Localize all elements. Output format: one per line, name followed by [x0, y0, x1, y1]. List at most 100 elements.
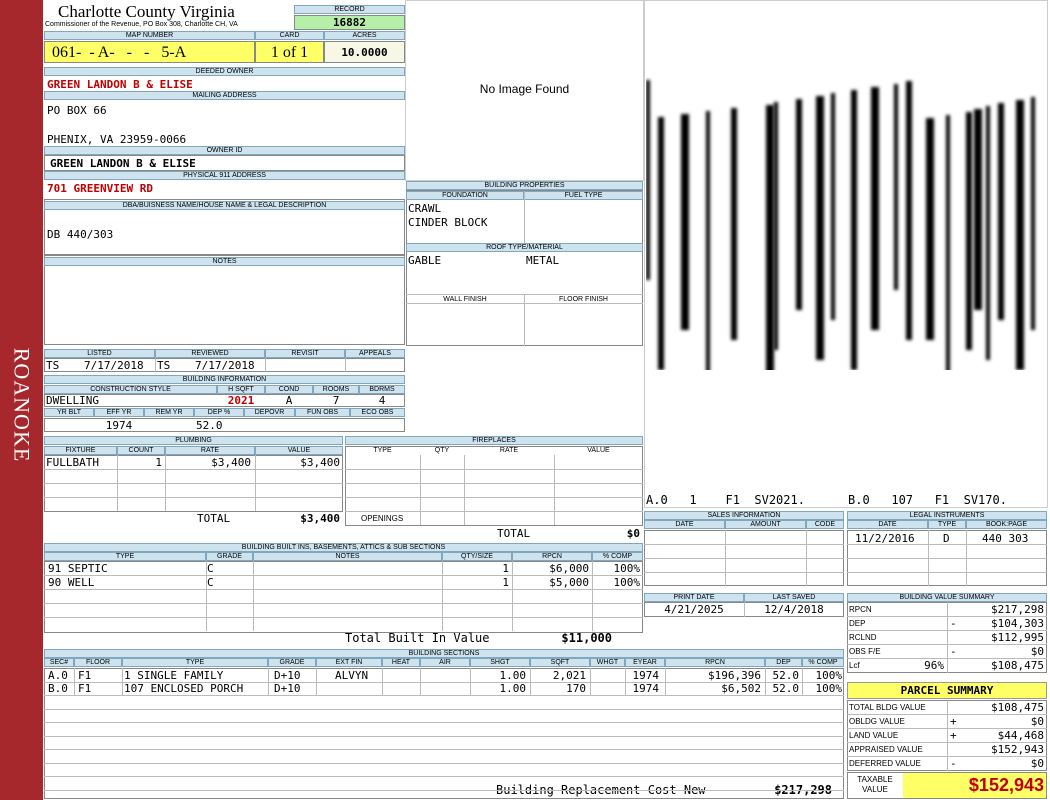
value-summary-label: RPCN [849, 605, 872, 614]
foundation-2: CINDER BLOCK [408, 216, 488, 229]
section-sec: B.0 [48, 682, 68, 695]
grid-line [255, 455, 256, 511]
dba-header: DBA/BUISNESS NAME/HOUSE NAME & LEGAL DES… [44, 201, 405, 210]
builtin-qty: 1 [502, 576, 509, 589]
card-header: CARD [255, 31, 324, 40]
section-grade: D+10 [274, 669, 301, 682]
sketch-bar [1031, 97, 1035, 330]
plumbing-total-label: TOTAL [197, 512, 231, 525]
parcel-summary-value: $152,943 [991, 743, 1044, 756]
builtin-comp: 100% [613, 562, 641, 575]
parcel-summary-value: $108,475 [991, 701, 1044, 714]
sections-col-heading: % COMP [802, 658, 844, 667]
fireplace-openings-label: OPENINGS [361, 514, 404, 523]
physical-address-header: PHYSICAL 911 ADDRESS [44, 171, 405, 180]
parcel-summary-label: LAND VALUE [849, 731, 899, 740]
rooms-header: ROOMS [313, 385, 359, 394]
grid-line [44, 776, 844, 777]
grid-line [420, 455, 421, 525]
grid-line [725, 530, 726, 586]
section-sec: A.0 [48, 669, 68, 682]
parcel-summary-value: $44,468 [997, 729, 1044, 742]
print-date: 4/21/2025 [664, 603, 724, 616]
foundation-1: CRAWL [408, 202, 442, 215]
mailing-address-header: MAILING ADDRESS [44, 91, 405, 100]
grid-line [117, 455, 118, 511]
sketch-bar [774, 102, 778, 350]
parcel-summary-value: $0 [1030, 715, 1044, 728]
builtins-col-notes: NOTES [253, 552, 442, 561]
hsqft-header: H SQFT [217, 385, 265, 394]
last-saved-header: LAST SAVED [744, 593, 844, 602]
grid-line [44, 575, 643, 576]
value-summary-value: $217,298 [991, 603, 1044, 616]
value-summary-label: Lcf [849, 661, 860, 670]
plumbing-col-value: VALUE [255, 446, 343, 455]
parcel-summary-label: TOTAL BLDG VALUE [849, 703, 926, 712]
building-sections-header: BUILDING SECTIONS [44, 649, 844, 658]
divider [524, 295, 525, 346]
plumbing-header: PLUMBING [44, 436, 343, 445]
funobs-header: FUN OBS [295, 408, 350, 417]
taxable-value: $152,943 [968, 775, 1044, 795]
sketch-bar [974, 109, 982, 310]
sections-col-heading: FLOOR [74, 658, 122, 667]
divider [155, 358, 156, 372]
section-rpcn: $6,502 [721, 682, 761, 695]
value-summary-label: DEP [849, 619, 866, 628]
sales-header: SALES INFORMATION [644, 511, 844, 520]
section-dep: 52.0 [772, 682, 800, 695]
grid-line [345, 483, 643, 484]
section-floor: F1 [78, 669, 92, 682]
builtin-type: 91 SEPTIC [48, 562, 108, 575]
section-sqft: 2,021 [552, 669, 586, 682]
sketch-bar [946, 115, 950, 370]
sketch-bar [731, 108, 737, 340]
builtins-total-label: Total Built In Value [345, 631, 490, 645]
legal-header: LEGAL INSTRUMENTS [847, 511, 1047, 520]
sections-col-heading: SEC# [44, 658, 74, 667]
plumbing-fixture: FULLBATH [46, 456, 99, 469]
grid-line [966, 530, 967, 586]
last-saved-date: 12/4/2018 [764, 603, 824, 616]
building-properties-header: BUILDING PROPERTIES [406, 181, 643, 190]
sketch-bar [966, 112, 972, 350]
no-image-text: No Image Found [479, 82, 570, 96]
listed-header: LISTED [44, 349, 155, 358]
grid-line [44, 708, 844, 710]
value-summary-pct: 96% [924, 659, 944, 672]
builtin-grade: C [207, 562, 214, 575]
revisit-header: REVISIT [265, 349, 345, 358]
dep-header: DEP % [194, 408, 244, 417]
sketch-bar [681, 114, 689, 330]
value-summary-header: BUILDING VALUE SUMMARY [847, 593, 1047, 602]
sections-col-heading: SHGT [470, 658, 530, 667]
grid-line [44, 749, 844, 750]
value-summary-value: $0 [1030, 645, 1044, 658]
value-summary-value: $108,475 [991, 659, 1044, 672]
listed-date: 7/17/2018 [84, 359, 144, 372]
sections-total: $217,298 [774, 783, 832, 797]
acres-header: ACRES [324, 31, 405, 40]
sketch-bar [766, 105, 774, 370]
grid-line [554, 455, 555, 525]
sales-col-code: CODE [806, 520, 844, 529]
section-rpcn: $196,396 [708, 669, 761, 682]
sections-col-heading: GRADE [268, 658, 316, 667]
dep-value: 52.0 [196, 419, 223, 432]
owner-id-header: OWNER ID [44, 146, 405, 155]
roof-header: ROOF TYPE/MATERIAL [406, 243, 643, 252]
grid-line [44, 589, 643, 590]
sidebar-label: ROANOKE [9, 347, 35, 463]
plumbing-col-count: COUNT [117, 446, 165, 455]
sketch-bar [986, 106, 990, 360]
divider [345, 358, 346, 372]
grid-line [644, 558, 844, 559]
sketch-bar [998, 103, 1004, 320]
value-summary-value: $104,303 [991, 617, 1044, 630]
record-number: 16882 [332, 16, 367, 29]
cond-header: COND [265, 385, 313, 394]
grid-line [345, 511, 643, 512]
builtin-rpcn: $6,000 [549, 562, 589, 575]
fuel-type-header: FUEL TYPE [524, 191, 643, 200]
